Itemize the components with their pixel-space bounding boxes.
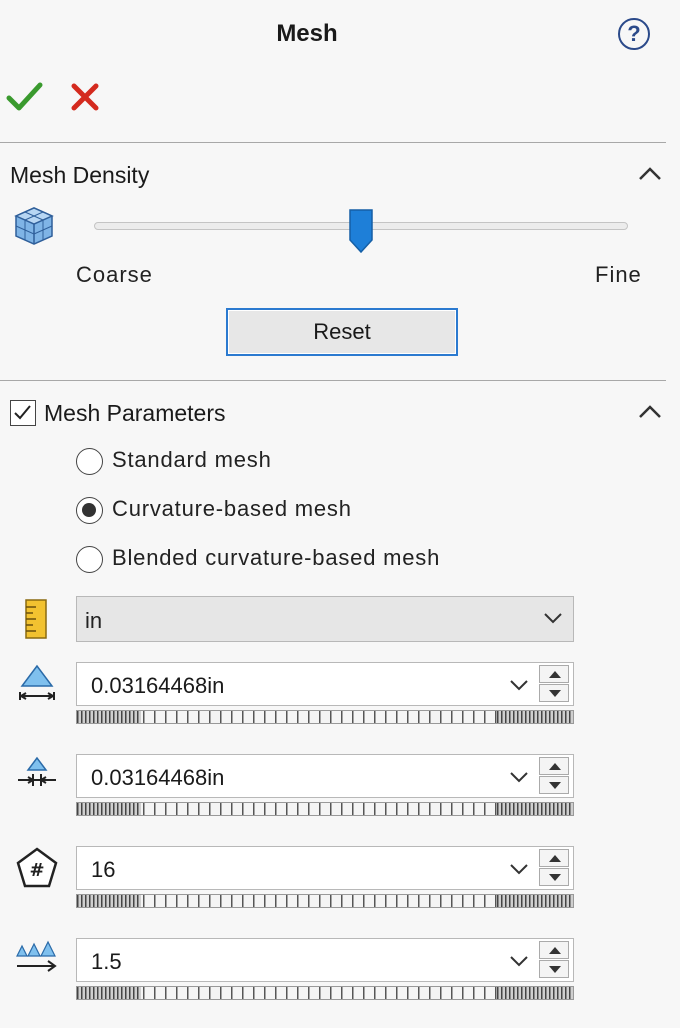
min-element-size-icon	[18, 756, 56, 786]
unit-value: in	[85, 608, 103, 633]
spin-up-button[interactable]	[539, 757, 569, 775]
ruler-icon	[25, 599, 47, 639]
growth-ratio-icon	[16, 940, 57, 972]
max-element-size-icon	[19, 664, 55, 700]
field-value: 0.03164468in	[91, 765, 225, 790]
elements-in-circle-icon: #	[16, 847, 58, 888]
field-value: 1.5	[91, 949, 122, 974]
chevron-down-icon[interactable]	[509, 770, 529, 784]
section-title-mesh-parameters: Mesh Parameters	[44, 400, 226, 426]
chevron-down-icon	[544, 613, 562, 624]
radio-button[interactable]	[76, 448, 103, 475]
thumbwheel-slider[interactable]	[76, 710, 574, 724]
radio-label: Blended curvature-based mesh	[112, 545, 441, 570]
spinner	[539, 665, 569, 703]
chevron-up-icon[interactable]	[636, 402, 664, 422]
spinner	[539, 757, 569, 795]
mesh-property-panel: Mesh ? Mesh Density Coarse Fine Reset Me…	[0, 0, 680, 1028]
panel-title: Mesh	[276, 20, 338, 47]
divider	[0, 380, 666, 381]
mesh-cube-icon	[14, 207, 54, 245]
divider	[0, 142, 666, 143]
mesh-parameters-checkbox[interactable]	[10, 400, 36, 426]
spinner	[539, 941, 569, 979]
spin-down-button[interactable]	[539, 960, 569, 978]
spin-up-button[interactable]	[539, 665, 569, 683]
thumbwheel-slider[interactable]	[76, 894, 574, 908]
spin-up-button[interactable]	[539, 849, 569, 867]
min-element-size-field[interactable]: 0.03164468in	[76, 754, 574, 798]
spin-up-button[interactable]	[539, 941, 569, 959]
spin-down-button[interactable]	[539, 776, 569, 794]
spinner	[539, 849, 569, 887]
mesh-density-slider-thumb[interactable]	[348, 208, 374, 254]
svg-text:#: #	[29, 860, 44, 881]
spin-down-button[interactable]	[539, 868, 569, 886]
thumbwheel-slider[interactable]	[76, 802, 574, 816]
field-value: 0.03164468in	[91, 673, 225, 698]
chevron-down-icon[interactable]	[509, 678, 529, 692]
reset-button[interactable]: Reset	[226, 308, 458, 356]
help-icon[interactable]: ?	[618, 18, 650, 50]
growth-ratio-field[interactable]: 1.5	[76, 938, 574, 982]
checkmark-icon	[14, 405, 31, 420]
radio-button[interactable]	[76, 497, 103, 524]
field-value: 16	[91, 857, 116, 882]
max-element-size-field[interactable]: 0.03164468in	[76, 662, 574, 706]
unit-dropdown[interactable]: in	[76, 596, 574, 642]
chevron-up-icon[interactable]	[636, 164, 664, 184]
radio-label: Curvature-based mesh	[112, 496, 352, 521]
elements-in-circle-field[interactable]: 16	[76, 846, 574, 890]
radio-label: Standard mesh	[112, 447, 272, 472]
slider-label-fine: Fine	[595, 262, 642, 287]
checkmark-icon[interactable]	[6, 78, 44, 116]
radio-button[interactable]	[76, 546, 103, 573]
chevron-down-icon[interactable]	[509, 954, 529, 968]
close-icon[interactable]	[66, 78, 104, 116]
slider-label-coarse: Coarse	[76, 262, 153, 287]
section-title-mesh-density: Mesh Density	[10, 162, 150, 188]
thumbwheel-slider[interactable]	[76, 986, 574, 1000]
spin-down-button[interactable]	[539, 684, 569, 702]
chevron-down-icon[interactable]	[509, 862, 529, 876]
